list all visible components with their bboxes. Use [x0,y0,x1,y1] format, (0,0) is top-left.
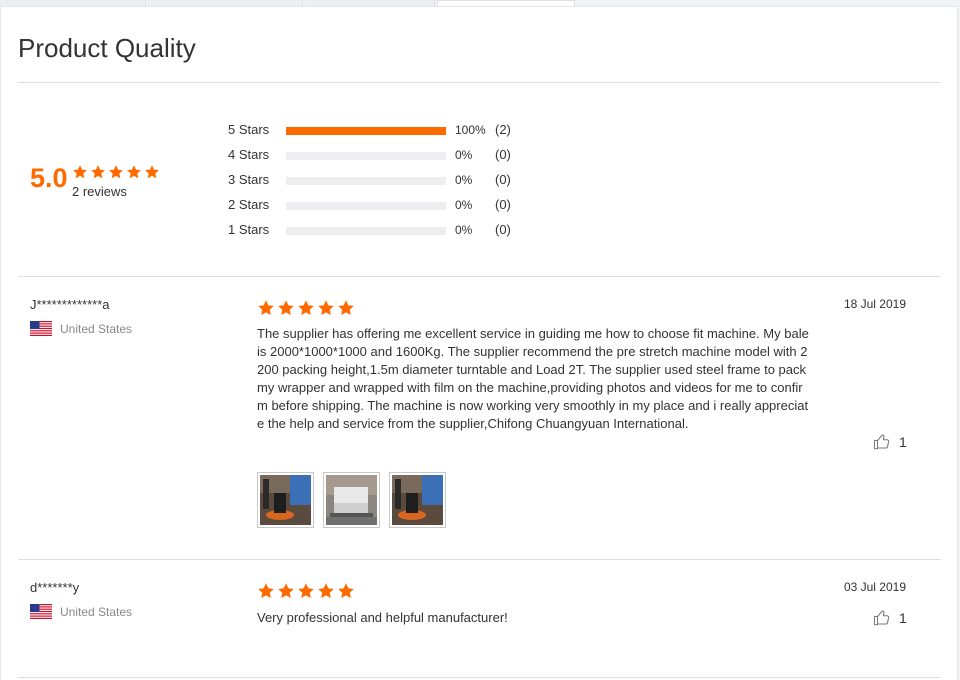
divider [18,82,941,83]
divider [18,559,941,560]
review-date: 03 Jul 2019 [843,580,906,594]
reviewer-name: d*******y [30,580,80,595]
us-flag-icon [30,604,52,619]
thumbs-up-icon [873,609,891,627]
rating-label: 2 Stars [228,197,270,212]
country-name: United States [60,604,133,619]
like-button[interactable]: 1 [873,609,907,627]
star-icon [297,299,315,317]
reviewer-name: J*************a [30,297,110,312]
thumbs-up-icon [873,433,891,451]
rating-label: 1 Stars [228,222,270,237]
reviewer-country: United States [30,604,132,619]
rating-row-2[interactable]: 2 Stars 0% (0) [228,197,548,215]
reviewer-country: United States [30,321,132,336]
star-icon [108,164,124,180]
like-button[interactable]: 1 [873,433,907,451]
average-score: 5.0 [30,163,68,193]
rating-bar [286,202,446,210]
star-icon [126,164,142,180]
review-photo-image [326,475,377,525]
star-icon [277,299,295,317]
rating-count: (0) [495,197,511,212]
rating-count: (0) [495,172,511,187]
review-text: Very professional and helpful manufactur… [257,610,508,625]
divider [18,276,941,277]
us-flag-icon [30,321,52,336]
star-icon [257,582,275,600]
review-text: The supplier has offering me excellent s… [257,326,809,431]
rating-bar [286,127,446,135]
divider [18,677,941,678]
rating-label: 3 Stars [228,172,270,187]
rating-percent: 0% [455,148,473,162]
rating-count: (0) [495,222,511,237]
star-icon [297,582,315,600]
rating-count: (2) [495,122,511,137]
page-title: Product Quality [18,33,196,63]
like-count: 1 [899,610,907,626]
star-icon [90,164,106,180]
star-icon [317,299,335,317]
review-stars [257,299,355,317]
star-icon [72,164,88,180]
rating-count: (0) [495,147,511,162]
review-date: 18 Jul 2019 [843,297,906,311]
review-photo[interactable] [257,472,314,528]
rating-bar [286,227,446,235]
star-icon [277,582,295,600]
like-count: 1 [899,434,907,450]
star-icon [337,299,355,317]
star-icon [257,299,275,317]
review-count: 2 reviews [72,184,127,199]
rating-label: 4 Stars [228,147,270,162]
rating-row-1[interactable]: 1 Stars 0% (0) [228,222,548,240]
rating-row-3[interactable]: 3 Stars 0% (0) [228,172,548,190]
rating-bar-fill [286,127,446,135]
review-photo[interactable] [323,472,380,528]
review-photo[interactable] [389,472,446,528]
review-photo-image [260,475,311,525]
star-icon [317,582,335,600]
review-photo-image [392,475,443,525]
country-name: United States [60,321,133,336]
star-icon [144,164,160,180]
rating-row-5[interactable]: 5 Stars 100% (2) [228,122,548,140]
rating-bar [286,177,446,185]
rating-row-4[interactable]: 4 Stars 0% (0) [228,147,548,165]
average-stars [72,164,160,180]
rating-percent: 0% [455,198,473,212]
rating-percent: 0% [455,173,473,187]
rating-percent: 100% [455,123,486,137]
star-icon [337,582,355,600]
review-stars [257,582,355,600]
rating-label: 5 Stars [228,122,270,137]
rating-percent: 0% [455,223,473,237]
rating-bar [286,152,446,160]
